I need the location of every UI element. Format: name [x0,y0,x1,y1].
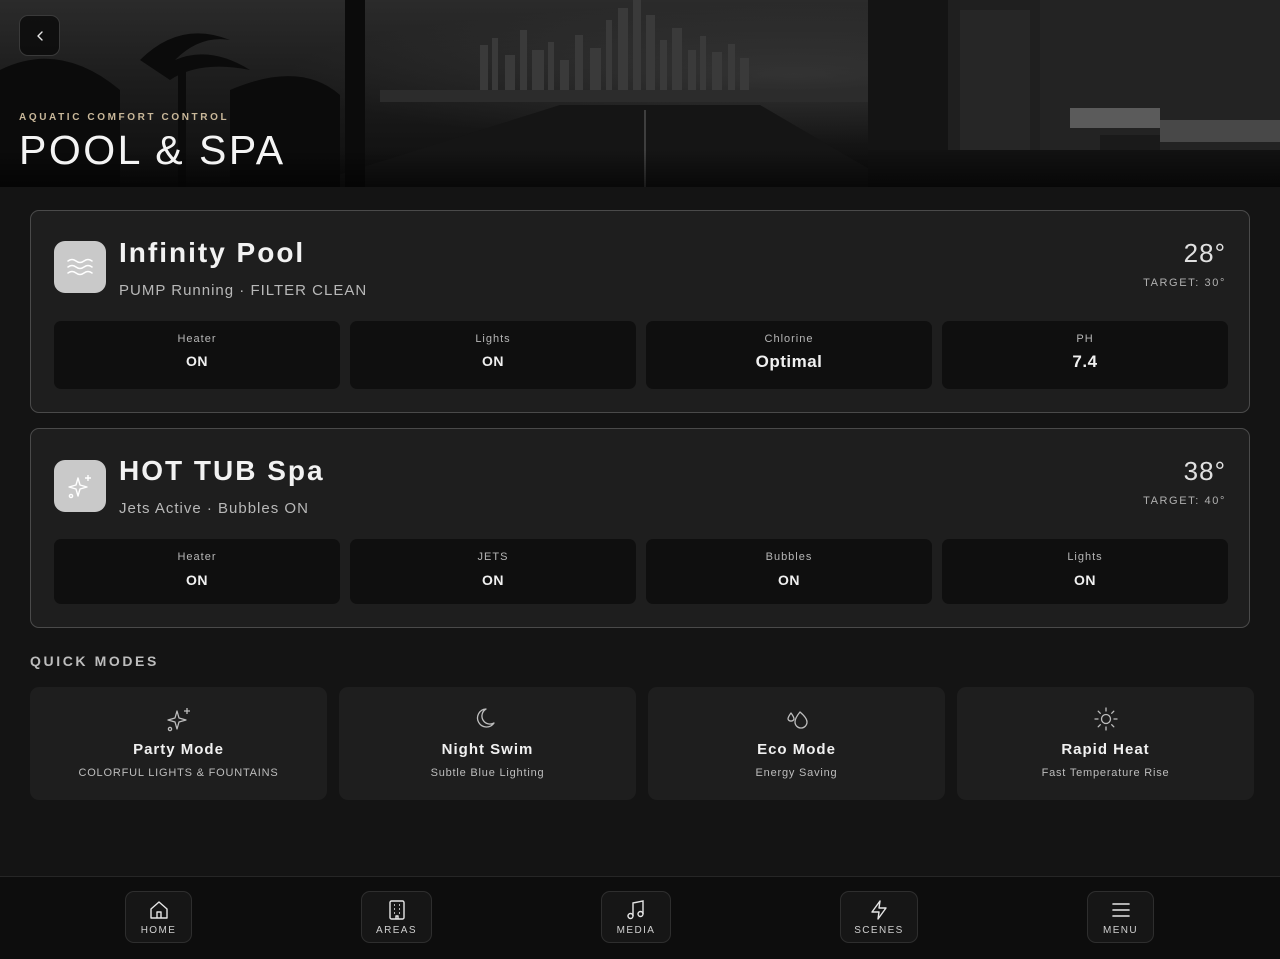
droplets-icon [786,711,808,729]
back-button[interactable] [19,15,60,56]
nav-home[interactable]: HOME [125,891,192,943]
stat-label: PH [1076,333,1094,345]
stat-label: Bubbles [765,551,813,563]
mode-name: Night Swim [441,741,534,758]
card-title: HOT TUB Spa [119,455,325,486]
party-mode-button[interactable]: Party Mode COLORFUL LIGHTS & FOUNTAINS [30,687,327,800]
jets-stat[interactable]: JETS ON [350,539,636,604]
sun-icon [1093,707,1118,731]
chevron-left-icon [36,30,43,41]
hot-tub-spa-card[interactable]: HOT TUB Spa Jets Active · Bubbles ON 38°… [30,428,1250,628]
night-swim-button[interactable]: Night Swim Subtle Blue Lighting [339,687,636,800]
waves-icon [54,241,106,293]
spa-stats: Heater ON JETS ON Bubbles ON Lights ON [54,539,1228,604]
nav-label: AREAS [376,924,417,936]
card-title: Infinity Pool [119,237,306,268]
hero-banner: AQUATIC COMFORT CONTROL POOL & SPA [0,0,1280,187]
stat-value: ON [186,572,208,588]
stat-label: Lights [475,333,511,345]
mode-name: Rapid Heat [1061,741,1150,758]
infinity-pool-card[interactable]: Infinity Pool PUMP Running · FILTER CLEA… [30,210,1250,413]
lights-stat[interactable]: Lights ON [350,321,636,389]
bolt-icon [871,899,887,920]
card-status: Jets Active · Bubbles ON [119,500,309,517]
sparkles-icon [54,460,106,512]
nav-areas[interactable]: AREAS [361,891,432,943]
stat-value: 7.4 [1072,352,1098,371]
menu-icon [1111,902,1130,917]
sparkles-icon [166,708,190,732]
heater-stat[interactable]: Heater ON [54,321,340,389]
card-status: PUMP Running · FILTER CLEAN [119,282,368,299]
bottom-navigation: HOME AREAS MEDIA SCENES MENU [0,876,1280,959]
mode-description: Fast Temperature Rise [1041,767,1170,779]
ph-stat[interactable]: PH 7.4 [942,321,1228,389]
quick-modes-heading: QUICK MODES [30,653,159,669]
stat-value: ON [482,572,504,588]
target-temperature: TARGET: 40° [1143,495,1226,507]
page-title: POOL & SPA [19,127,286,173]
stat-label: Lights [1067,551,1103,563]
stat-value: Optimal [755,352,823,371]
heater-stat[interactable]: Heater ON [54,539,340,604]
stat-value: ON [482,353,504,369]
home-icon [149,900,168,919]
nav-label: HOME [140,924,177,936]
rapid-heat-button[interactable]: Rapid Heat Fast Temperature Rise [957,687,1254,800]
bubbles-stat[interactable]: Bubbles ON [646,539,932,604]
mode-name: Eco Mode [757,741,836,758]
chlorine-stat[interactable]: Chlorine Optimal [646,321,932,389]
mode-name: Party Mode [133,741,224,758]
nav-label: MENU [1102,924,1139,936]
mode-description: Subtle Blue Lighting [430,767,545,779]
stat-label: JETS [477,551,509,563]
nav-label: MEDIA [616,924,656,936]
pool-stats: Heater ON Lights ON Chlorine Optimal PH … [54,321,1228,389]
stat-label: Heater [177,333,217,345]
stat-value: ON [1074,572,1096,588]
music-icon [627,899,644,919]
stat-value: ON [778,572,800,588]
mode-description: Energy Saving [755,767,838,779]
moon-icon [476,708,495,728]
current-temperature: 28° [1183,238,1226,268]
quick-modes-list: Party Mode COLORFUL LIGHTS & FOUNTAINS N… [30,687,1254,800]
nav-scenes[interactable]: SCENES [840,891,918,943]
building-icon [388,899,405,920]
stat-value: ON [186,353,208,369]
nav-menu[interactable]: MENU [1087,891,1154,943]
eco-mode-button[interactable]: Eco Mode Energy Saving [648,687,945,800]
stat-label: Chlorine [764,333,814,345]
nav-label: SCENES [854,924,904,936]
mode-description: COLORFUL LIGHTS & FOUNTAINS [78,767,279,779]
lights-stat[interactable]: Lights ON [942,539,1228,604]
stat-label: Heater [177,551,217,563]
current-temperature: 38° [1183,456,1226,486]
nav-media[interactable]: MEDIA [601,891,671,943]
target-temperature: TARGET: 30° [1143,277,1226,289]
page-subtitle: AQUATIC COMFORT CONTROL [19,112,230,123]
